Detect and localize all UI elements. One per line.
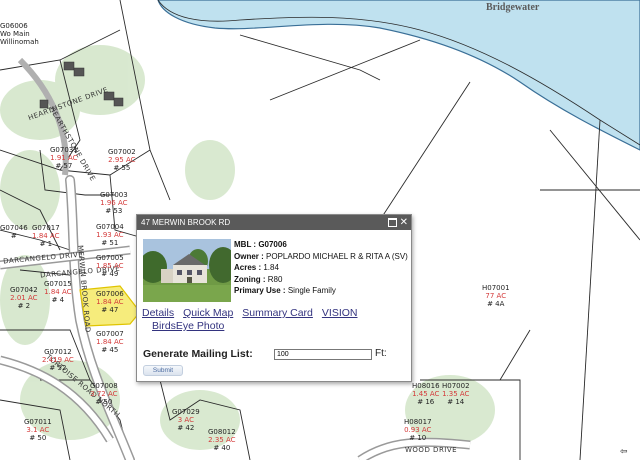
parcel-label[interactable]: H08016 1.45 AC # 16 [412, 382, 440, 406]
owner-row: Owner : POPLARDO MICHAEL R & RITA A (SV) [234, 251, 408, 261]
parcel-label[interactable]: G07031 1.91 AC # 57 [50, 146, 78, 170]
mailing-list-label: Generate Mailing List: [143, 348, 253, 360]
parcel-label-topleft: G06006 Wo Main Willinomah [0, 22, 39, 46]
parcel-label[interactable]: G07011 3.1 AC # 50 [24, 418, 52, 442]
parcel-label[interactable]: G07003 1.96 AC # 53 [100, 191, 128, 215]
parcel-label[interactable]: G07002 2.95 AC # 55 [108, 148, 136, 172]
arrow-icon[interactable]: ⇦ [620, 446, 628, 457]
parcel-label[interactable]: G07042 2.01 AC # 2 [10, 286, 38, 310]
parcel-label[interactable]: G07017 1.84 AC # 1 [32, 224, 60, 248]
popup-title: 47 MERWIN BROOK RD [141, 218, 231, 227]
summary-card-link[interactable]: Summary Card [242, 307, 313, 319]
mbl-row: MBL : G07006 [234, 240, 287, 249]
parcel-info-popup: 47 MERWIN BROOK RD ✕ MBL : G07006 Owner … [136, 214, 412, 382]
owner-value: POPLARDO MICHAEL R & RITA A (SV) [266, 251, 408, 261]
use-row: Primary Use : Single Family [234, 286, 336, 295]
maximize-icon[interactable] [388, 218, 397, 227]
zoning-row: Zoning : R80 [234, 274, 283, 284]
mailing-distance-input[interactable] [274, 349, 372, 360]
parcel-label[interactable]: G08012 2.35 AC # 40 [208, 428, 236, 452]
parcel-label[interactable]: G07015 1.84 AC # 4 [44, 280, 72, 304]
birdseye-photo-link[interactable]: BirdsEye Photo [152, 320, 224, 332]
popup-links: Details Quick Map Summary Card VISION Birds… [142, 307, 410, 333]
acres-row: Acres : 1.84 [234, 263, 279, 272]
parcel-label[interactable]: G07005 1.85 AC # 49 [96, 254, 124, 278]
property-photo[interactable] [143, 239, 231, 302]
vision-link[interactable]: VISION [322, 307, 358, 319]
acres-value: 1.84 [263, 263, 279, 272]
quick-map-link[interactable]: Quick Map [183, 307, 233, 319]
close-icon[interactable]: ✕ [400, 215, 408, 230]
parcel-label-selected[interactable]: G07006 1.84 AC # 47 [96, 290, 124, 314]
popup-header: 47 MERWIN BROOK RD ✕ [137, 215, 411, 230]
zoning-value: R80 [267, 274, 283, 284]
road-label-wood: WOOD DRIVE [405, 446, 458, 454]
feet-unit-label: Ft: [375, 348, 387, 359]
parcel-label[interactable]: H07001 77 AC # 4A [482, 284, 510, 308]
parcel-label[interactable]: H08017 0.93 AC # 10 [404, 418, 432, 442]
parcel-label[interactable]: G07008 3.72 AC # 50 [90, 382, 118, 406]
town-label: Bridgewater [486, 2, 540, 13]
parcel-label[interactable]: G07007 1.84 AC # 45 [96, 330, 124, 354]
mbl-value: G07006 [258, 240, 287, 249]
parcel-details: MBL : G07006 Owner : POPLARDO MICHAEL R … [234, 239, 409, 297]
parcel-label[interactable]: G07012 2.419 AC # 52 [42, 348, 74, 372]
parcel-label[interactable]: G07029 3 AC # 42 [172, 408, 200, 432]
parcel-label[interactable]: G07046 # [0, 224, 28, 240]
details-link[interactable]: Details [142, 307, 174, 319]
parcel-label[interactable]: G07004 1.93 AC # 51 [96, 223, 124, 247]
parcel-label[interactable]: H07002 1.35 AC # 14 [442, 382, 470, 406]
submit-button[interactable]: Submit [143, 365, 183, 376]
river [157, 0, 640, 151]
use-value: Single Family [287, 286, 336, 295]
